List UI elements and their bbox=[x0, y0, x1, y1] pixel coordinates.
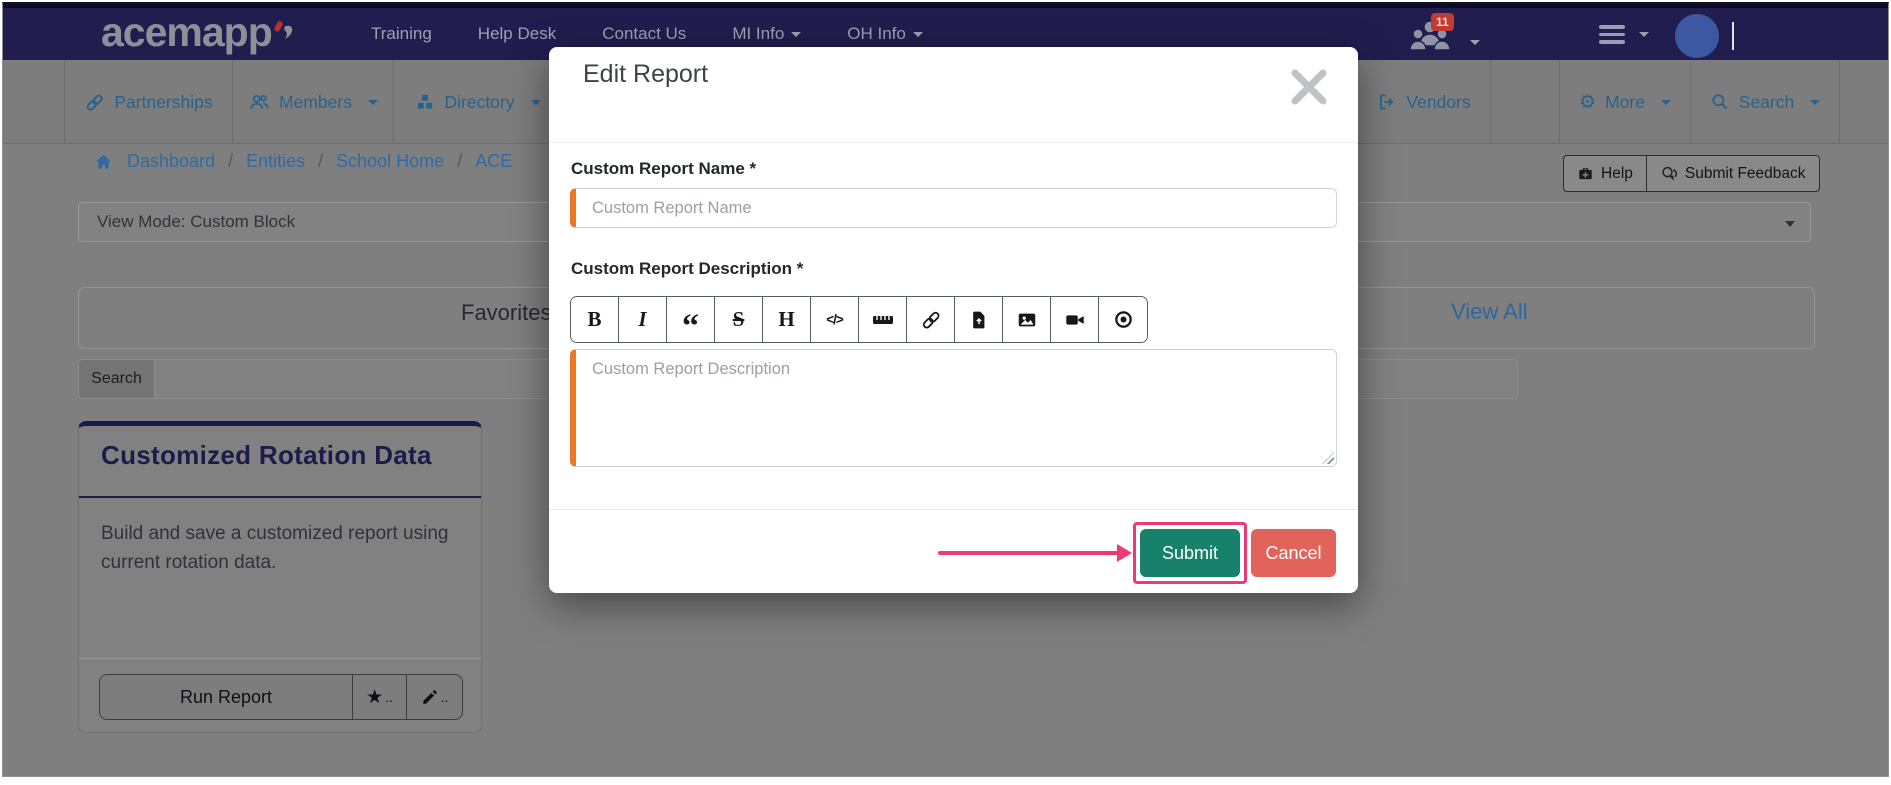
close-icon[interactable] bbox=[1286, 64, 1332, 115]
breadcrumb-dashboard[interactable]: Dashboard bbox=[127, 151, 215, 172]
link-icon bbox=[922, 311, 939, 328]
breadcrumb-separator: / bbox=[228, 151, 234, 171]
chevron-down-icon bbox=[530, 99, 541, 105]
chevron-down-icon bbox=[1470, 40, 1480, 45]
breadcrumb-separator: / bbox=[457, 151, 463, 171]
brand-logo[interactable]: acemapp bbox=[101, 9, 292, 56]
card-description: Build and save a customized report using… bbox=[101, 523, 449, 573]
nav-item-mi-info[interactable]: MI Info bbox=[732, 24, 802, 44]
card-button-group: Run Report ★ .. .. bbox=[99, 674, 463, 720]
edit-report-button[interactable]: .. bbox=[407, 675, 462, 719]
link-button[interactable] bbox=[907, 297, 955, 342]
text-cursor bbox=[1732, 22, 1734, 50]
pencil-icon bbox=[422, 690, 437, 704]
breadcrumb: Dashboard / Entities / School Home / ACE bbox=[93, 151, 512, 172]
file-button[interactable] bbox=[955, 297, 1003, 342]
nav-item-oh-info[interactable]: OH Info bbox=[847, 24, 923, 44]
chevron-down-icon bbox=[1639, 32, 1649, 37]
subnav-item-search[interactable]: Search bbox=[1691, 60, 1840, 144]
horizontal-rule-button[interactable] bbox=[859, 297, 907, 342]
subnav-item-members[interactable]: Members bbox=[233, 60, 394, 144]
run-report-button[interactable]: Run Report bbox=[100, 675, 353, 719]
report-name-input[interactable] bbox=[570, 188, 1337, 228]
card-footer-divider bbox=[79, 658, 481, 659]
page: acemapp Training Help Desk Contact Us MI… bbox=[2, 2, 1889, 777]
blockquote-button[interactable]: “ bbox=[667, 297, 715, 342]
chevron-down-icon bbox=[791, 32, 802, 37]
sign-out-icon bbox=[1380, 94, 1394, 110]
nav-item-contact-us[interactable]: Contact Us bbox=[602, 24, 686, 44]
directory-blocks-icon bbox=[418, 94, 433, 109]
nav-item-help-desk[interactable]: Help Desk bbox=[478, 24, 556, 44]
preview-button[interactable] bbox=[1099, 297, 1147, 342]
report-description-textarea[interactable] bbox=[570, 349, 1337, 467]
report-name-label: Custom Report Name * bbox=[571, 159, 757, 178]
brand-apostrophe-icon bbox=[272, 11, 296, 58]
italic-button[interactable]: I bbox=[619, 297, 667, 342]
breadcrumb-current: ACE bbox=[475, 151, 513, 171]
edit-report-modal: Edit Report Custom Report Name * Custom … bbox=[549, 47, 1358, 593]
members-icon bbox=[250, 94, 269, 109]
user-avatar[interactable] bbox=[1675, 14, 1719, 58]
star-icon: ★ bbox=[366, 686, 384, 708]
ruler-icon bbox=[872, 315, 893, 324]
breadcrumb-school-home[interactable]: School Home bbox=[336, 151, 444, 172]
annotation-arrow bbox=[938, 551, 1119, 555]
strikethrough-button[interactable]: S bbox=[715, 297, 763, 342]
subnav-spacer-cell bbox=[1491, 60, 1560, 144]
help-kit-icon bbox=[1579, 168, 1592, 180]
gear-icon: ⚙ bbox=[1579, 90, 1597, 113]
chevron-down-icon bbox=[367, 99, 378, 105]
video-camera-icon bbox=[1065, 314, 1084, 325]
hamburger-icon bbox=[1599, 25, 1639, 44]
subnav-item-more[interactable]: ⚙ More bbox=[1560, 60, 1691, 144]
heading-button[interactable]: H bbox=[763, 297, 811, 342]
chevron-down-icon bbox=[1660, 99, 1671, 105]
connections-menu[interactable]: 11 bbox=[1407, 13, 1480, 58]
chevron-down-icon bbox=[1810, 99, 1821, 105]
cancel-button[interactable]: Cancel bbox=[1251, 529, 1336, 577]
home-icon bbox=[96, 154, 111, 169]
modal-title: Edit Report bbox=[583, 60, 709, 88]
modal-header-divider bbox=[549, 142, 1358, 143]
hamburger-menu[interactable] bbox=[1599, 25, 1649, 47]
image-icon bbox=[1018, 313, 1035, 326]
chain-link-icon bbox=[87, 94, 104, 111]
view-all-link[interactable]: View All bbox=[1451, 299, 1528, 325]
submit-feedback-button[interactable]: Submit Feedback bbox=[1645, 155, 1820, 192]
custom-report-card: Customized Rotation Data Build and save … bbox=[78, 421, 482, 733]
subnav-item-vendors[interactable]: Vendors bbox=[1358, 60, 1491, 144]
search-icon bbox=[1712, 94, 1728, 110]
file-upload-icon bbox=[972, 311, 984, 328]
code-button[interactable]: </> bbox=[811, 297, 859, 342]
notification-badge: 11 bbox=[1431, 13, 1454, 31]
favorites-title: Favorites bbox=[461, 300, 552, 325]
annotation-arrowhead-icon bbox=[1117, 544, 1132, 562]
subnav-item-partnerships[interactable]: Partnerships bbox=[64, 60, 233, 144]
help-button[interactable]: Help bbox=[1563, 155, 1646, 192]
video-button[interactable] bbox=[1051, 297, 1099, 342]
breadcrumb-separator: / bbox=[318, 151, 324, 171]
card-title: Customized Rotation Data bbox=[101, 440, 432, 470]
chevron-down-icon bbox=[1785, 221, 1795, 227]
chevron-down-icon bbox=[912, 32, 923, 37]
image-button[interactable] bbox=[1003, 297, 1051, 342]
breadcrumb-entities[interactable]: Entities bbox=[246, 151, 305, 172]
subnav-item-directory[interactable]: Directory bbox=[394, 60, 563, 144]
card-header-divider bbox=[79, 496, 481, 498]
brand-text: acemapp bbox=[101, 9, 273, 55]
search-label: Search bbox=[78, 359, 155, 399]
modal-footer-divider bbox=[549, 509, 1358, 510]
report-description-field bbox=[570, 349, 1337, 467]
favorite-report-button[interactable]: ★ .. bbox=[353, 675, 407, 719]
editor-toolbar: B I “ S H </> bbox=[570, 296, 1148, 343]
report-description-label: Custom Report Description * bbox=[571, 259, 804, 278]
screenshot-viewport: acemapp Training Help Desk Contact Us MI… bbox=[0, 0, 1891, 785]
page-action-buttons: Help Submit Feedback bbox=[1563, 155, 1820, 192]
bold-button[interactable]: B bbox=[571, 297, 619, 342]
nav-item-training[interactable]: Training bbox=[371, 24, 432, 44]
eye-icon bbox=[1114, 311, 1132, 328]
feedback-chat-icon bbox=[1662, 166, 1677, 181]
annotation-highlight-box bbox=[1133, 522, 1247, 584]
